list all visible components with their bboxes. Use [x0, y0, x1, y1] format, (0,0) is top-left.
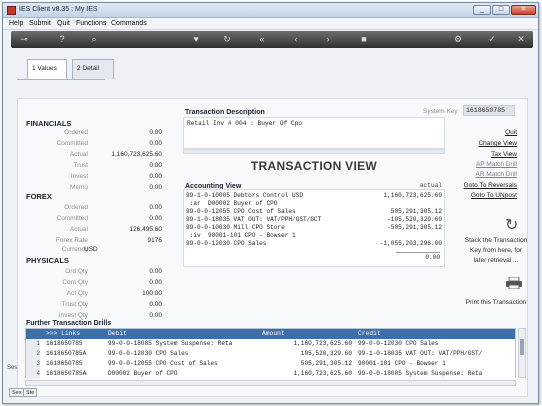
maximize-button[interactable]: □ — [492, 5, 510, 15]
settings-icon[interactable]: ⚙ — [451, 34, 465, 45]
toolbar: ⊸ ? ⌕ ♥ ↻ « ‹ › ■ ⚙ ✓ ✕ — [11, 31, 533, 48]
drills-table: >>> Links Debit Amount Credit 1 16186507… — [25, 328, 516, 379]
scroll-thumb[interactable] — [520, 339, 524, 355]
forex-ordered-row: Ordered 0.00 — [64, 204, 162, 211]
goto-reversals-link[interactable]: Goto To Reversals — [464, 182, 517, 189]
menu-functions[interactable]: Functions — [76, 20, 106, 27]
physicals-trustqty-row: Trust Qty 0.00 — [61, 301, 162, 308]
ap-match-drill-link[interactable]: AP Match Drill — [476, 161, 517, 168]
close-button[interactable]: ✕ — [511, 5, 536, 15]
col-amount-header[interactable]: Amount — [262, 330, 285, 337]
side-label: Ses — [7, 365, 18, 371]
accounting-line: 99-0-0-12030 CPO Sales -1,055,203,296.00 — [186, 240, 442, 247]
accounting-line: 99-1-0-18035 VAT OUT: VAT/PPH/GST/GCT -10… — [186, 216, 442, 223]
physicals-ordqty-row: Ord Qty 0.00 — [65, 268, 162, 275]
table-row[interactable]: 4 1618650785A D00002 Buyer of CPO 1,160,… — [26, 369, 515, 379]
col-links-header[interactable]: >>> Links — [46, 330, 80, 337]
table-row[interactable]: 2 1618650785A 99-0-0-12030 CPO Sales 105… — [26, 349, 515, 359]
accounting-line: 99-0-0-12055 CPO Cost of Sales 505,291,30… — [186, 208, 442, 215]
actual-column-header: actual — [419, 182, 442, 189]
description-scrollbar[interactable] — [183, 149, 445, 154]
key-icon[interactable]: ⊸ — [17, 34, 31, 45]
rewind-icon[interactable]: « — [255, 34, 269, 45]
col-credit-header[interactable]: Credit — [358, 330, 381, 337]
transaction-description-label: Transaction Description — [185, 109, 265, 116]
menu-commands[interactable]: Commands — [111, 20, 147, 27]
financials-ordered-value: 0.00 — [149, 129, 162, 136]
menu-submit[interactable]: Submit — [29, 20, 51, 27]
back-icon[interactable]: ‹ — [289, 34, 303, 45]
accounting-line: :ar D00002 Buyer of CPO — [186, 200, 278, 207]
transaction-view-title: TRANSACTION VIEW — [250, 159, 378, 173]
help-icon[interactable]: ? — [55, 34, 69, 45]
physicals-comqty-row: Com Qty 0.00 — [62, 279, 162, 286]
content-panel: FINANCIALS Ordered 0.00 Committed 0.00 Act… — [17, 98, 528, 397]
stop-icon[interactable]: ■ — [357, 34, 371, 45]
heart-icon[interactable]: ♥ — [189, 34, 203, 45]
total-rule — [396, 252, 440, 253]
menu-quit[interactable]: Quit — [57, 20, 70, 27]
forex-actual-row: Actual 126,495.60 — [69, 226, 162, 233]
stack-refresh-icon[interactable]: ↻ — [505, 215, 518, 235]
goto-unpost-link[interactable]: Goto To UNpost — [471, 192, 517, 199]
tab-underline — [17, 79, 105, 80]
app-window: IES Client v8.35 : My IES _ □ ✕ Help Sub… — [2, 2, 539, 404]
change-view-link[interactable]: Change View — [478, 140, 517, 147]
stack-transaction-text[interactable]: Stack the Transaction Key from here, for… — [464, 236, 528, 266]
ar-match-drill-link[interactable]: AR Match Drill — [475, 171, 517, 178]
physicals-title: PHYSICALS — [26, 256, 69, 265]
title-bar[interactable]: IES Client v8.35 : My IES _ □ ✕ — [3, 3, 538, 18]
system-key-field[interactable]: 1618650785 — [463, 105, 515, 116]
accounting-line: 99-0-0-10030 Mill CPO Store -505,291,305.… — [186, 224, 442, 231]
forex-committed-row: Committed 0.00 — [56, 215, 162, 222]
tab-detail[interactable]: 2 Detail — [72, 59, 114, 79]
financials-ordered-row: Ordered 0.00 — [64, 129, 162, 136]
financials-invest-row: Invest 0.00 — [70, 173, 162, 180]
further-drills-label: Further Transaction Drills — [26, 320, 112, 327]
financials-trust-row: Trust 0.00 — [73, 162, 162, 169]
forex-currency-row: Currency USD — [61, 246, 98, 253]
close-icon[interactable]: ✕ — [514, 34, 528, 45]
tax-view-link[interactable]: Tax View — [491, 151, 517, 158]
window-title: IES Client v8.35 : My IES — [19, 6, 98, 13]
menu-bar: Help Submit Quit Functions Commands — [3, 18, 538, 30]
physicals-actqty-row: Act Qty 100.00 — [66, 290, 162, 297]
transaction-description-field[interactable]: Retail Inv # 004 : Buyer Of Cpo — [183, 117, 445, 149]
quit-link[interactable]: Quit — [505, 129, 517, 136]
tab-strip: 1 Values 2 Detail — [21, 53, 121, 79]
menu-help[interactable]: Help — [9, 20, 23, 27]
accounting-line: :iv 90001-101 CPO - Bowser 1 — [186, 232, 296, 239]
financials-committed-row: Committed 0.00 — [56, 140, 162, 147]
app-icon — [7, 6, 16, 15]
minimize-button[interactable]: _ — [473, 5, 491, 15]
search-icon[interactable]: ⌕ — [87, 34, 101, 45]
forward-icon[interactable]: › — [321, 34, 335, 45]
tab-values[interactable]: 1 Values — [27, 59, 67, 79]
bottom-tab-2[interactable]: Ste — [23, 388, 38, 397]
financials-actual-row: Actual 1,160,723,625.60 — [69, 151, 162, 158]
drills-horizontal-scrollbar[interactable] — [25, 380, 516, 386]
table-row[interactable]: 3 1618650785 99-0-0-12055 CPO Cost of Sa… — [26, 359, 515, 369]
printer-icon[interactable] — [505, 277, 523, 289]
col-debit-header[interactable]: Debit — [108, 330, 127, 337]
accounting-total: 0.00 — [425, 254, 440, 261]
print-transaction-text[interactable]: Print this Transaction — [462, 299, 530, 306]
refresh-icon[interactable]: ↻ — [220, 34, 234, 45]
system-key-label: System Key — [423, 108, 458, 115]
accounting-line: 99-1-0-10005 Debtors Control USD 1,160,72… — [186, 192, 442, 199]
table-row[interactable]: 1 1618650785 99-0-0-18085 System Suspens… — [26, 339, 515, 349]
financials-title: FINANCIALS — [26, 119, 72, 128]
forex-title: FOREX — [26, 192, 52, 201]
check-icon[interactable]: ✓ — [485, 34, 499, 45]
drills-header: >>> Links Debit Amount Credit — [26, 329, 515, 339]
accounting-view-list: 99-1-0-10005 Debtors Control USD 1,160,72… — [183, 189, 445, 267]
drills-vertical-scrollbar[interactable] — [518, 328, 526, 378]
